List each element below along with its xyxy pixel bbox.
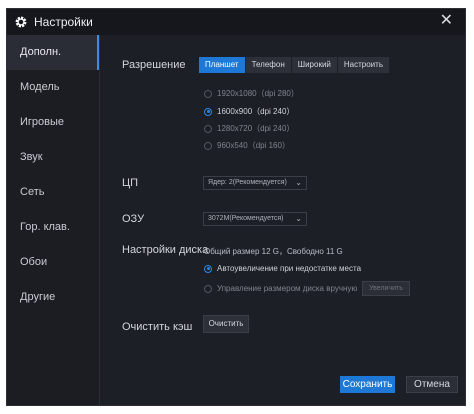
chevron-down-icon: ⌄: [295, 178, 302, 187]
cancel-button[interactable]: Отмена: [406, 376, 458, 393]
cpu-label: ЦП: [122, 177, 139, 189]
resolution-option-1280[interactable]: 1280x720（dpi 240）: [204, 123, 294, 134]
cpu-select-value: Ядер: 2(Рекомендуется): [208, 179, 287, 186]
settings-sidebar: Дополн. Модель Игровые Звук Сеть Гор. кл…: [7, 35, 100, 405]
resolution-option-1920[interactable]: 1920x1080（dpi 280）: [204, 88, 299, 99]
cpu-select[interactable]: Ядер: 2(Рекомендуется) ⌄: [203, 176, 307, 190]
ram-select[interactable]: 3072M(Рекомендуется) ⌄: [203, 212, 307, 226]
disk-option-auto[interactable]: Автоувеличение при недостатке места: [204, 264, 361, 273]
disk-option-label: Автоувеличение при недостатке места: [217, 264, 362, 273]
ram-select-value: 3072M(Рекомендуется): [208, 215, 284, 222]
chevron-down-icon: ⌄: [295, 214, 302, 223]
resolution-label: Разрешение: [122, 59, 186, 71]
disk-option-manual[interactable]: Управление размером диска вручную: [204, 284, 357, 293]
sidebar-item-other[interactable]: Другие: [7, 280, 99, 315]
sidebar-item-sound[interactable]: Звук: [7, 140, 99, 175]
ram-label: ОЗУ: [122, 213, 145, 225]
resolution-option-label: 1280x720（dpi 240）: [217, 124, 295, 133]
increase-disk-button[interactable]: Увеличить: [362, 281, 410, 296]
sidebar-item-model[interactable]: Модель: [7, 70, 99, 105]
tab-wide[interactable]: Широкий: [291, 57, 337, 73]
save-button[interactable]: Сохранить: [340, 376, 395, 393]
resolution-option-label: 1600x900（dpi 240）: [217, 107, 295, 116]
sidebar-item-gaming[interactable]: Игровые: [7, 105, 99, 140]
sidebar-item-advanced[interactable]: Дополн.: [7, 35, 99, 70]
radio-button[interactable]: [204, 124, 212, 133]
sidebar-item-hotkeys[interactable]: Гор. клав.: [7, 210, 99, 245]
clear-cache-label: Очистить кэш: [122, 321, 193, 333]
title-bar: Настройки ✕: [7, 9, 465, 35]
window-title: Настройки: [34, 15, 93, 29]
gear-icon: [15, 16, 27, 28]
radio-button-selected[interactable]: [204, 107, 212, 116]
sidebar-item-wallpaper[interactable]: Обои: [7, 245, 99, 280]
close-icon[interactable]: ✕: [440, 13, 453, 29]
radio-button[interactable]: [204, 284, 212, 293]
disk-label: Настройки диска: [122, 244, 209, 256]
resolution-option-960[interactable]: 960x540（dpi 160）: [204, 140, 290, 151]
tab-custom[interactable]: Настроить: [337, 57, 389, 73]
resolution-option-label: 960x540（dpi 160）: [217, 141, 290, 150]
resolution-tabs: Планшет Телефон Широкий Настроить: [199, 57, 390, 73]
radio-button[interactable]: [204, 141, 212, 150]
radio-button[interactable]: [204, 89, 212, 98]
settings-content: Разрешение Планшет Телефон Широкий Настр…: [100, 35, 465, 405]
sidebar-item-network[interactable]: Сеть: [7, 175, 99, 210]
disk-option-label: Управление размером диска вручную: [217, 284, 358, 293]
tab-tablet[interactable]: Планшет: [199, 57, 245, 73]
clear-cache-button[interactable]: Очистить: [203, 315, 249, 333]
disk-info: Общий размер 12 G，Свободно 11 G: [204, 247, 343, 256]
radio-button-selected[interactable]: [204, 264, 212, 273]
settings-window: Настройки ✕ Дополн. Модель Игровые Звук …: [6, 8, 466, 406]
resolution-option-1600[interactable]: 1600x900（dpi 240）: [204, 106, 294, 117]
tab-phone[interactable]: Телефон: [245, 57, 291, 73]
resolution-option-label: 1920x1080（dpi 280）: [217, 89, 299, 98]
